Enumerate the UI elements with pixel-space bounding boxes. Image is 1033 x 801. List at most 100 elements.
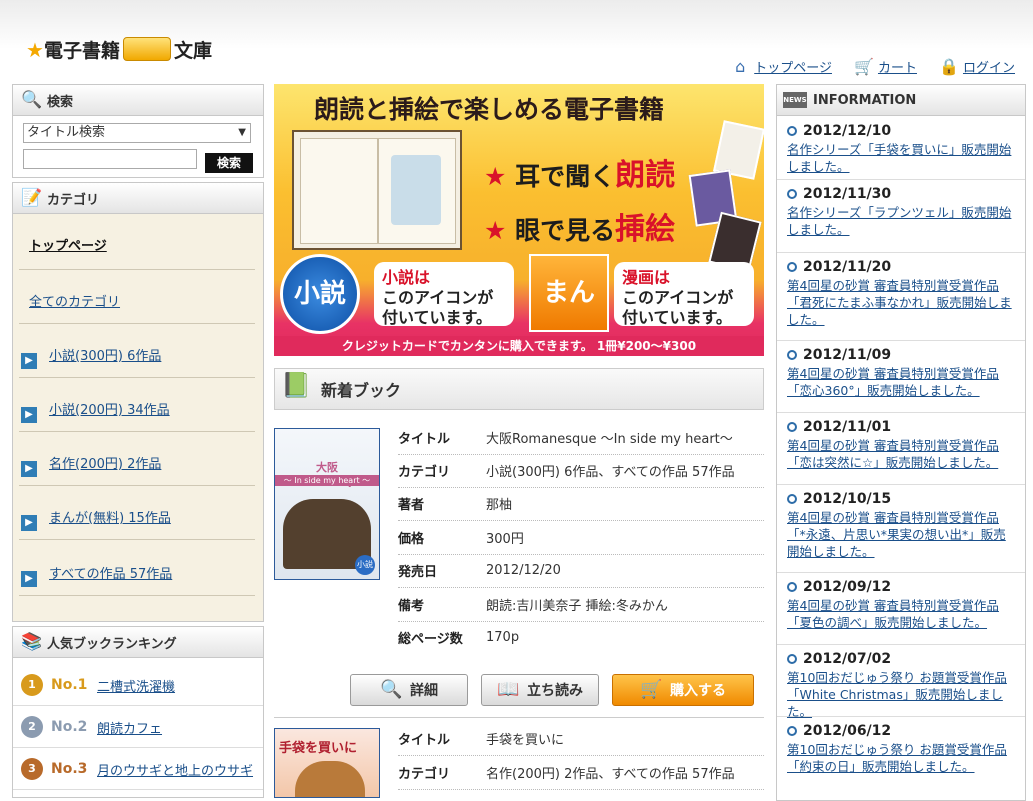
info-link[interactable]: 名作シリーズ「ラプンツェル」販売開始しました。 bbox=[787, 204, 1017, 238]
search-button[interactable]: 検索 bbox=[205, 153, 253, 173]
open-book-illustration bbox=[292, 130, 462, 250]
info-link[interactable]: 第4回星の砂賞 審査員特別賞受賞作品「恋は突然に☆」販売開始しました。 bbox=[787, 437, 1017, 471]
book-detail-row: タイトル 大阪Romanesque 〜In side my heart〜 bbox=[398, 421, 764, 455]
open-book-icon: 📖 bbox=[497, 679, 520, 700]
nav-top-page[interactable]: ⌂ トップページ bbox=[730, 57, 832, 76]
info-date: 2012/10/15 bbox=[803, 491, 892, 507]
book-detail-row: 発売日 2012/12/20 bbox=[398, 554, 764, 588]
home-icon: ⌂ bbox=[735, 56, 746, 76]
banner-title: 朗読と挿絵で楽しめる電子書籍 bbox=[314, 95, 665, 124]
ranking-number: No.1 bbox=[51, 677, 88, 693]
book-cover-image[interactable]: 大阪 Romanesque 〜 In side my heart 〜 小説 bbox=[274, 428, 380, 580]
info-link[interactable]: 第4回星の砂賞 審査員特別賞受賞作品「夏色の調べ」販売開始しました。 bbox=[787, 597, 1017, 631]
ranking-item[interactable]: 3 No.3 月のウサギと地上のウサギ bbox=[13, 749, 263, 790]
search-panel-header: 🔍 検索 bbox=[13, 85, 263, 116]
bullet-icon bbox=[787, 494, 797, 504]
banner-feature-listen: ★ 耳で聞く朗読 bbox=[484, 158, 676, 193]
category-item-label[interactable]: 小説(200円) 34作品 bbox=[49, 403, 170, 418]
ranking-panel-header: 📚 人気ブックランキング bbox=[13, 627, 263, 658]
category-item[interactable]: ▶ すべての作品 57作品 bbox=[19, 541, 255, 596]
info-date: 2012/07/02 bbox=[803, 651, 892, 667]
information-panel: NEWS INFORMATION 2012/12/10 名作シリーズ「手袋を買い… bbox=[776, 84, 1026, 801]
nav-login[interactable]: 🔒 ログイン bbox=[939, 57, 1015, 76]
books-star-icon: 📗 bbox=[281, 371, 311, 399]
category-item[interactable]: ▶ 小説(300円) 6作品 bbox=[19, 325, 255, 378]
info-item: 2012/11/20 第4回星の砂賞 審査員特別賞受賞作品「君死にたまふ事なかれ… bbox=[777, 253, 1025, 341]
category-item[interactable]: ▶ まんが(無料) 15作品 bbox=[19, 487, 255, 540]
book-detail-row: カテゴリ 小説(300円) 6作品、すべての作品 57作品 bbox=[398, 454, 764, 488]
category-panel-title: カテゴリ bbox=[47, 192, 100, 208]
category-item-label[interactable]: 名作(200円) 2作品 bbox=[49, 457, 161, 472]
star-icon: ★ bbox=[484, 216, 507, 245]
book-cover-image[interactable]: 手袋を買いに bbox=[274, 728, 380, 798]
logo-badge-image bbox=[122, 37, 171, 61]
information-title: INFORMATION bbox=[813, 92, 917, 108]
site-logo[interactable]: ★電子書籍 文庫 bbox=[26, 36, 212, 63]
bullet-icon bbox=[787, 726, 797, 736]
books-icon: 📚 bbox=[21, 632, 43, 652]
info-item: 2012/07/02 第10回おだじゅう祭り お題賞受賞作品「White Chr… bbox=[777, 645, 1025, 720]
novel-bubble: 小説は このアイコンが 付いています。 bbox=[374, 262, 514, 327]
chevron-down-icon: ▼ bbox=[238, 127, 246, 138]
info-link[interactable]: 第4回星の砂賞 審査員特別賞受賞作品「*永遠、片思い*果実の想い出*」販売開始し… bbox=[787, 509, 1017, 560]
ranking-title-link[interactable]: 月のウサギと地上のウサギ bbox=[97, 760, 253, 779]
category-item-label[interactable]: 小説(300円) 6作品 bbox=[49, 349, 161, 364]
nav-top-page-label[interactable]: トップページ bbox=[754, 57, 832, 76]
ranking-panel-title: 人気ブックランキング bbox=[47, 636, 177, 652]
info-link[interactable]: 名作シリーズ「手袋を買いに」販売開始しました。 bbox=[787, 141, 1017, 175]
search-input[interactable] bbox=[23, 149, 197, 169]
category-top-page-link[interactable]: トップページ bbox=[29, 235, 107, 254]
detail-button[interactable]: 🔍 詳細 bbox=[350, 674, 468, 706]
book-illustration-image bbox=[391, 155, 441, 225]
silver-medal-icon: 2 bbox=[21, 716, 43, 738]
book-detail-row: 総ページ数 170p bbox=[398, 630, 520, 647]
info-link[interactable]: 第4回星の砂賞 審査員特別賞受賞作品「恋心360°」販売開始しました。 bbox=[787, 365, 1017, 399]
bullet-icon bbox=[787, 189, 797, 199]
book-release-date: 2012/12/20 bbox=[486, 563, 561, 578]
category-item[interactable]: ▶ 小説(200円) 34作品 bbox=[19, 379, 255, 432]
promo-banner[interactable]: 朗読と挿絵で楽しめる電子書籍 ★ 耳で聞く朗読 ★ 眼で見る挿絵 小説 小説は … bbox=[274, 84, 764, 356]
nav-cart-label[interactable]: カート bbox=[878, 57, 917, 76]
bullet-icon bbox=[787, 654, 797, 664]
logo-text-right: 文庫 bbox=[173, 40, 212, 62]
info-link[interactable]: 第10回おだじゅう祭り お題賞受賞作品「約束の日」販売開始しました。 bbox=[787, 741, 1017, 775]
bullet-icon bbox=[787, 262, 797, 272]
ranking-item[interactable]: 2 No.2 朗読カフェ bbox=[13, 707, 263, 748]
manga-badge-icon: まんが bbox=[529, 254, 609, 356]
book-detail-row: 著者 那柚 bbox=[398, 487, 764, 521]
novel-badge-icon: 小説 bbox=[280, 254, 360, 334]
info-link[interactable]: 第10回おだじゅう祭り お題賞受賞作品「White Christmas」販売開始… bbox=[787, 669, 1017, 720]
info-date: 2012/12/10 bbox=[803, 123, 892, 139]
ranking-number: No.2 bbox=[51, 719, 88, 735]
nav-cart[interactable]: 🛒 カート bbox=[854, 57, 917, 76]
logo-text-left: 電子書籍 bbox=[43, 40, 120, 62]
category-item-label[interactable]: すべての作品 57作品 bbox=[49, 567, 172, 582]
cart-icon: 🛒 bbox=[640, 679, 663, 700]
novel-badge-icon: 小説 bbox=[355, 555, 375, 575]
category-top-row: トップページ bbox=[19, 219, 255, 270]
category-item[interactable]: ▶ 名作(200円) 2作品 bbox=[19, 433, 255, 486]
bullet-icon bbox=[787, 126, 797, 136]
category-all-link[interactable]: 全てのカテゴリ bbox=[29, 291, 120, 310]
search-type-select[interactable]: タイトル検索 ▼ bbox=[23, 123, 251, 143]
cart-icon: 🛒 bbox=[854, 56, 874, 76]
bullet-icon bbox=[787, 422, 797, 432]
book-detail-row: 価格 300円 bbox=[398, 521, 764, 555]
book-detail-row: タイトル 手袋を買いに bbox=[398, 722, 764, 756]
star-icon: ★ bbox=[26, 38, 44, 62]
preview-read-button[interactable]: 📖 立ち読み bbox=[481, 674, 599, 706]
info-link[interactable]: 第4回星の砂賞 審査員特別賞受賞作品「君死にたまふ事なかれ」販売開始しました。 bbox=[787, 277, 1017, 328]
arrow-right-icon: ▶ bbox=[21, 353, 37, 369]
info-item: 2012/11/01 第4回星の砂賞 審査員特別賞受賞作品「恋は突然に☆」販売開… bbox=[777, 413, 1025, 485]
category-panel-header: 📝 カテゴリ bbox=[13, 183, 263, 214]
new-books-header: 📗 新着ブック bbox=[274, 368, 764, 410]
ranking-item[interactable]: 1 No.1 二槽式洗濯機 bbox=[13, 665, 263, 706]
book-title: 手袋を買いに bbox=[486, 733, 565, 748]
nav-login-label[interactable]: ログイン bbox=[963, 57, 1015, 76]
ranking-title-link[interactable]: 朗読カフェ bbox=[97, 718, 162, 737]
ranking-title-link[interactable]: 二槽式洗濯機 bbox=[97, 676, 175, 695]
info-item: 2012/12/10 名作シリーズ「手袋を買いに」販売開始しました。 bbox=[777, 117, 1025, 180]
info-item: 2012/11/30 名作シリーズ「ラプンツェル」販売開始しました。 bbox=[777, 180, 1025, 253]
buy-button[interactable]: 🛒 購入する bbox=[612, 674, 754, 706]
category-item-label[interactable]: まんが(無料) 15作品 bbox=[49, 511, 171, 526]
